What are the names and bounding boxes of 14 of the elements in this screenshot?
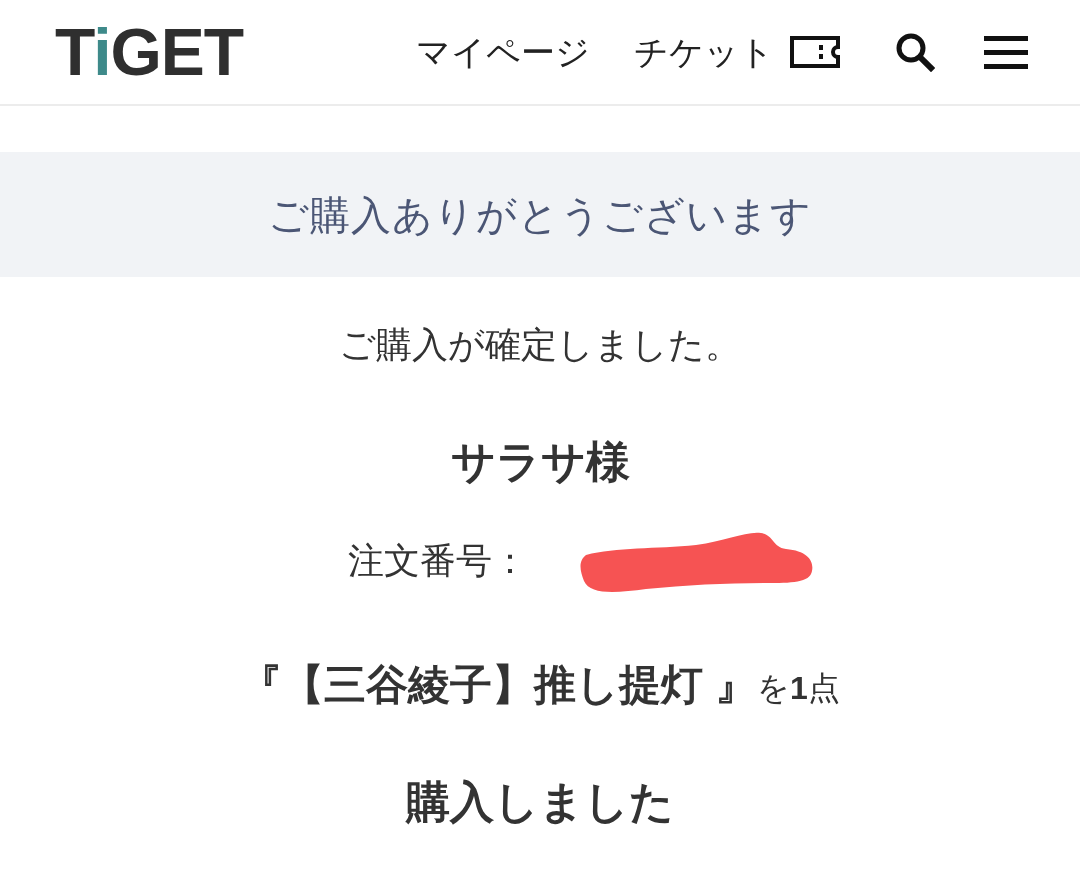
purchase-complete-text: 購入しました	[406, 780, 674, 824]
search-button[interactable]	[894, 31, 936, 73]
purchase-summary: 『【三谷綾子】推し提灯 』を1点	[240, 664, 840, 706]
menu-icon	[984, 35, 1028, 69]
banner-title: ご購入ありがとうございます	[268, 194, 812, 235]
menu-button[interactable]	[984, 35, 1028, 69]
customer-name: サラサ様	[450, 440, 630, 484]
search-icon	[895, 32, 935, 72]
tickets-link[interactable]: チケット	[634, 35, 840, 69]
order-number-label: 注文番号：	[348, 543, 528, 579]
my-page-link[interactable]: マイページ	[416, 35, 590, 69]
logo[interactable]: TiGET	[55, 19, 244, 85]
confirmation-message: ご購入が確定しました。	[339, 327, 741, 363]
ticket-icon	[790, 36, 840, 68]
